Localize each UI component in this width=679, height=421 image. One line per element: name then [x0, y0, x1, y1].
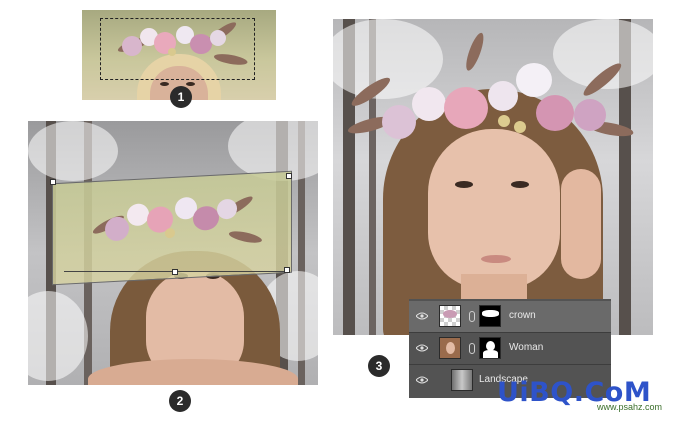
lips	[481, 255, 511, 263]
transform-handle[interactable]	[172, 269, 178, 275]
layer-row-woman[interactable]: Woman	[409, 333, 611, 365]
layer-row-crown[interactable]: crown	[409, 301, 611, 333]
step3-final-composite-image	[333, 19, 653, 335]
eye-icon[interactable]	[416, 312, 428, 320]
step-badge-2: 2	[169, 390, 191, 412]
transform-handle[interactable]	[286, 173, 292, 179]
layer-thumbnail	[451, 369, 473, 391]
transform-handle[interactable]	[284, 267, 290, 273]
eye	[455, 181, 473, 188]
eye-icon[interactable]	[416, 376, 428, 384]
eye-icon[interactable]	[416, 344, 428, 352]
eye	[511, 181, 529, 188]
transform-handle[interactable]	[50, 179, 56, 185]
step-badge-3: 3	[368, 355, 390, 377]
eye	[186, 82, 195, 86]
hand	[561, 169, 601, 279]
step-badge-1: 1	[170, 86, 192, 108]
chain-link-icon[interactable]	[469, 343, 475, 354]
layer-thumbnail	[439, 337, 461, 359]
flower-crown	[91, 179, 264, 258]
watermark-url: www.psahz.com	[597, 402, 663, 412]
flower-crown	[346, 31, 638, 169]
layer-name: crown	[509, 310, 536, 321]
layer-thumbnail	[439, 305, 461, 327]
layer-mask-thumbnail[interactable]	[479, 305, 501, 327]
eye	[160, 82, 169, 86]
selection-marquee	[100, 18, 255, 80]
layer-mask-thumbnail[interactable]	[479, 337, 501, 359]
step2-crown-placement-image	[28, 121, 318, 385]
layer-name: Woman	[509, 342, 544, 353]
chain-link-icon[interactable]	[469, 311, 475, 322]
